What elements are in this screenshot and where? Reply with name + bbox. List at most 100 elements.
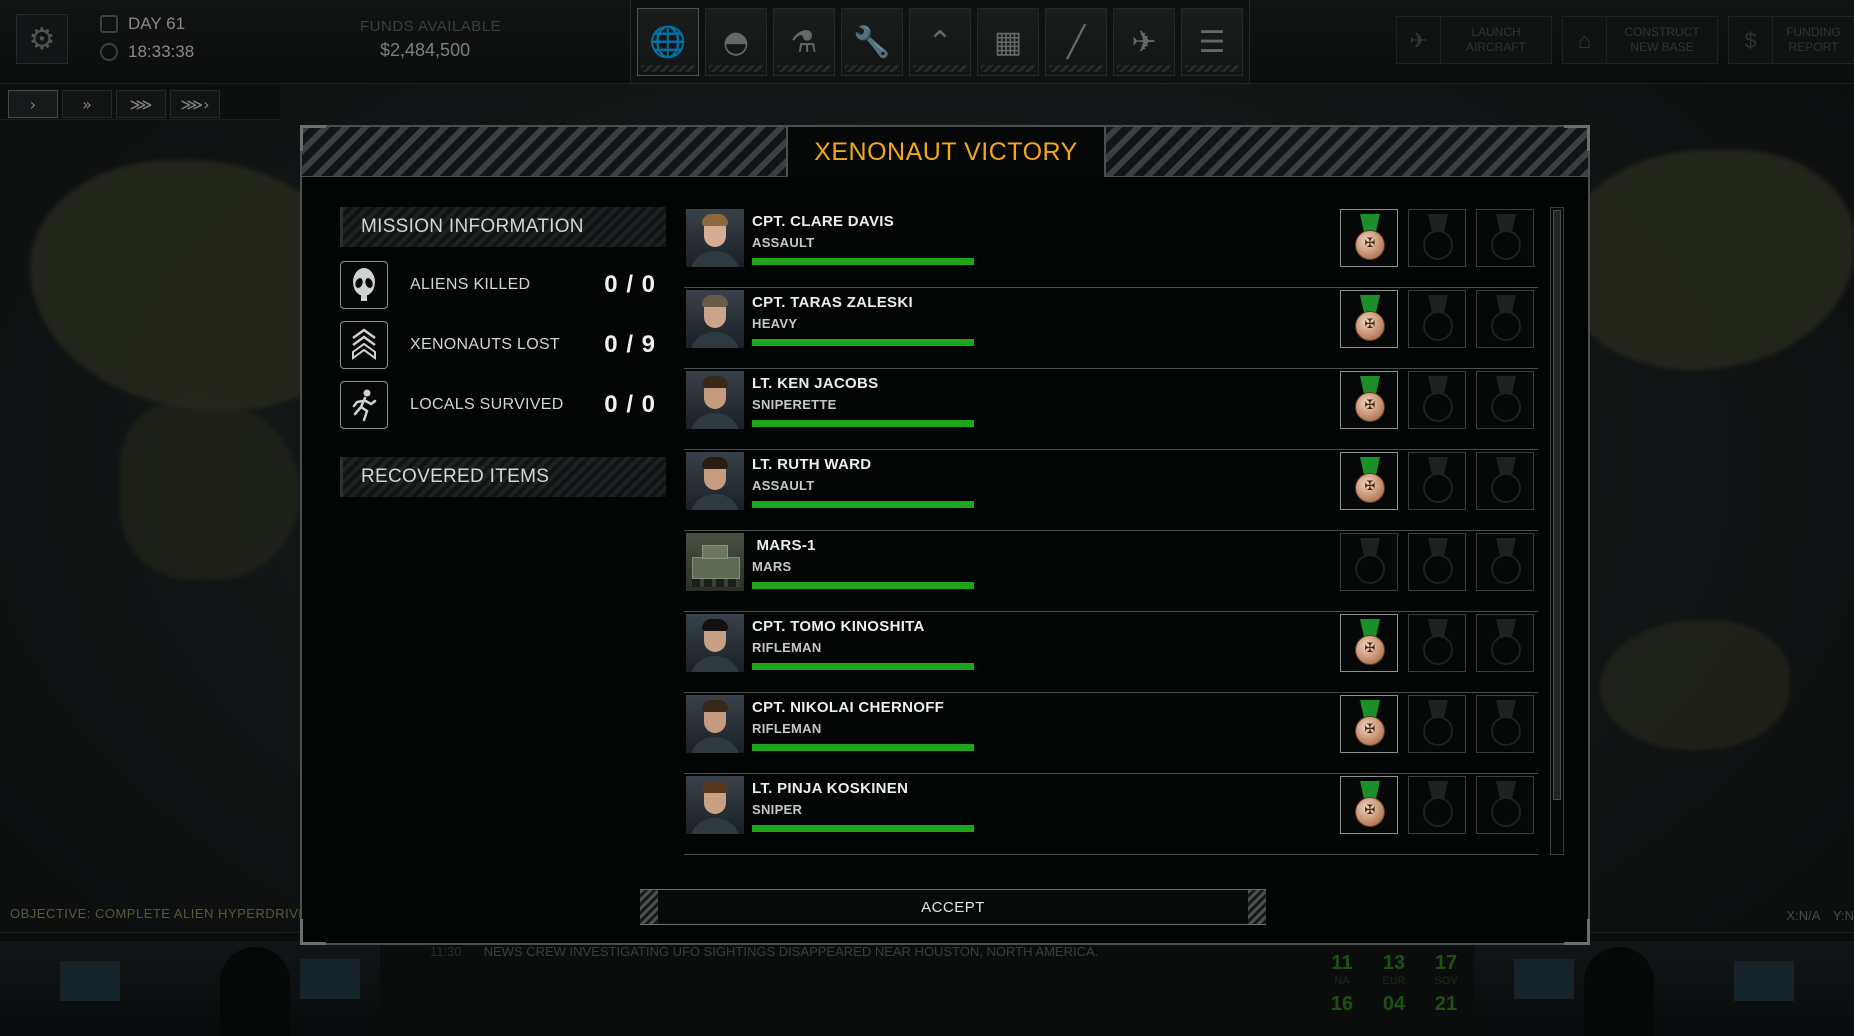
medal-icon [1423, 230, 1453, 260]
medal-earned[interactable]: ✠ [1340, 614, 1398, 672]
medal-empty[interactable] [1476, 290, 1534, 348]
soldier-row[interactable]: CPT. TOMO KINOSHITA RIFLEMAN ✠ [684, 612, 1538, 693]
health-bar [752, 420, 974, 427]
medal-slots: ✠ [1340, 290, 1534, 348]
medal-icon: ✠ [1355, 311, 1385, 341]
health-bar [752, 339, 974, 346]
vehicle-portrait [686, 533, 744, 591]
accept-button[interactable]: ACCEPT [640, 889, 1266, 925]
soldier-class: RIFLEMAN [752, 640, 822, 655]
medal-empty[interactable] [1476, 209, 1534, 267]
health-bar [752, 582, 974, 589]
medal-empty[interactable] [1408, 209, 1466, 267]
corner-bracket [1564, 919, 1590, 945]
soldier-row[interactable]: LT. PINJA KOSKINEN SNIPER ✠ [684, 774, 1538, 855]
medal-slots: ✠ [1340, 695, 1534, 753]
stat-aliens-killed: ALIENS KILLED 0 / 0 [340, 261, 656, 309]
medal-empty[interactable] [1408, 371, 1466, 429]
medal-earned[interactable]: ✠ [1340, 371, 1398, 429]
soldier-name: CPT. NIKOLAI CHERNOFF [752, 699, 945, 716]
medal-icon [1423, 716, 1453, 746]
stat-label: XENONAUTS LOST [410, 336, 561, 353]
medal-empty[interactable] [1340, 533, 1398, 591]
soldier-row[interactable]: MARS-1 MARS [684, 531, 1538, 612]
soldier-portrait [686, 695, 744, 753]
soldier-portrait [686, 290, 744, 348]
soldier-row[interactable]: LT. RUTH WARD ASSAULT ✠ [684, 450, 1538, 531]
alien-head-icon [340, 261, 388, 309]
soldier-row[interactable]: CPT. CLARE DAVIS ASSAULT ✠ [684, 207, 1538, 288]
medal-empty[interactable] [1408, 290, 1466, 348]
medal-slots: ✠ [1340, 776, 1534, 834]
medal-earned[interactable]: ✠ [1340, 695, 1398, 753]
medal-earned[interactable]: ✠ [1340, 290, 1398, 348]
roster-scrollbar[interactable] [1550, 207, 1564, 855]
medal-slots [1340, 533, 1534, 591]
health-bar [752, 744, 974, 751]
soldier-class: MARS [752, 559, 792, 574]
medal-icon [1423, 473, 1453, 503]
button-cap [1248, 890, 1266, 924]
medal-slots: ✠ [1340, 209, 1534, 267]
medal-icon [1491, 716, 1521, 746]
medal-icon: ✠ [1355, 392, 1385, 422]
soldier-portrait [686, 371, 744, 429]
medal-icon: ✠ [1355, 797, 1385, 827]
medal-empty[interactable] [1476, 695, 1534, 753]
soldier-row[interactable]: LT. KEN JACOBS SNIPERETTE ✠ [684, 369, 1538, 450]
medal-earned[interactable]: ✠ [1340, 776, 1398, 834]
medal-icon [1491, 473, 1521, 503]
medal-icon [1423, 554, 1453, 584]
accept-label: ACCEPT [921, 898, 985, 916]
scrollbar-thumb[interactable] [1553, 210, 1561, 800]
stat-xenonauts-lost: XENONAUTS LOST 0 / 9 [340, 321, 656, 369]
soldier-name: LT. KEN JACOBS [752, 375, 879, 392]
medal-empty[interactable] [1476, 452, 1534, 510]
medal-empty[interactable] [1476, 776, 1534, 834]
dialog-header: XENONAUT VICTORY [302, 127, 1588, 177]
soldier-class: RIFLEMAN [752, 721, 822, 736]
soldier-portrait [686, 614, 744, 672]
medal-earned[interactable]: ✠ [1340, 209, 1398, 267]
soldier-name: CPT. TOMO KINOSHITA [752, 618, 925, 635]
medal-icon [1355, 554, 1385, 584]
soldier-name: CPT. TARAS ZALESKI [752, 294, 913, 311]
soldier-row[interactable]: CPT. TARAS ZALESKI HEAVY ✠ [684, 288, 1538, 369]
medal-icon [1491, 311, 1521, 341]
medal-empty[interactable] [1408, 695, 1466, 753]
medal-icon [1491, 635, 1521, 665]
medal-empty[interactable] [1408, 776, 1466, 834]
medal-slots: ✠ [1340, 614, 1534, 672]
dialog-title: XENONAUT VICTORY [786, 127, 1106, 177]
soldier-row[interactable]: CPT. NIKOLAI CHERNOFF RIFLEMAN ✠ [684, 693, 1538, 774]
medal-icon [1491, 797, 1521, 827]
health-bar [752, 258, 974, 265]
victory-dialog: XENONAUT VICTORY MISSION INFORMATION ALI… [300, 125, 1590, 945]
medal-empty[interactable] [1476, 371, 1534, 429]
medal-icon [1491, 554, 1521, 584]
medal-empty[interactable] [1408, 452, 1466, 510]
rank-chevron-icon [340, 321, 388, 369]
mission-info-heading: MISSION INFORMATION [340, 207, 666, 247]
medal-empty[interactable] [1476, 533, 1534, 591]
medal-slots: ✠ [1340, 371, 1534, 429]
soldier-portrait [686, 776, 744, 834]
medal-empty[interactable] [1408, 614, 1466, 672]
soldier-portrait [686, 452, 744, 510]
medal-earned[interactable]: ✠ [1340, 452, 1398, 510]
soldier-class: SNIPER [752, 802, 803, 817]
corner-bracket [300, 125, 326, 151]
medal-empty[interactable] [1408, 533, 1466, 591]
running-person-icon [340, 381, 388, 429]
soldier-roster[interactable]: CPT. CLARE DAVIS ASSAULT ✠ CPT. TARAS ZALES… [684, 207, 1538, 855]
corner-bracket [1564, 125, 1590, 151]
soldier-portrait [686, 209, 744, 267]
medal-icon [1423, 392, 1453, 422]
soldier-class: ASSAULT [752, 478, 815, 493]
medal-empty[interactable] [1476, 614, 1534, 672]
stat-value: 0 / 0 [604, 271, 656, 298]
medal-icon: ✠ [1355, 635, 1385, 665]
medal-icon [1491, 230, 1521, 260]
health-bar [752, 663, 974, 670]
stat-locals-survived: LOCALS SURVIVED 0 / 0 [340, 381, 656, 429]
